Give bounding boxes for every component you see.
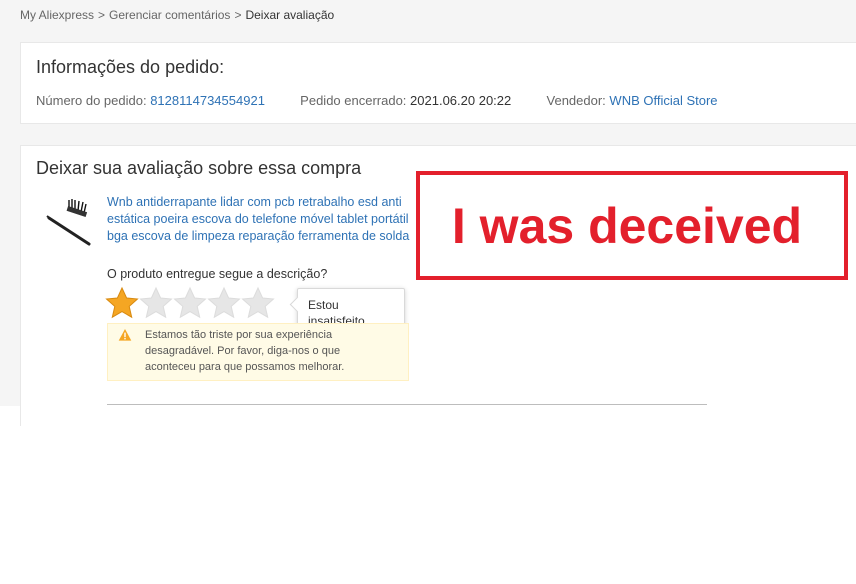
order-closed-label: Pedido encerrado: [300,93,407,108]
order-number-link[interactable]: 8128114734554921 [150,93,265,108]
product-image[interactable] [45,198,93,250]
annotation-stamp: I was deceived [416,171,848,280]
annotation-text: I was deceived [451,197,803,254]
feedback-warning: Estamos tão triste por sua experiência d… [107,323,409,381]
star-1-icon[interactable] [105,286,139,320]
star-4-icon[interactable] [207,286,241,320]
star-2-icon[interactable] [139,286,173,320]
star-rating[interactable] [105,286,275,320]
product-title-link[interactable]: Wnb antiderrapante lidar com pcb retraba… [107,194,412,245]
order-info-row: Número do pedido: 8128114734554921 Pedid… [36,93,718,108]
warning-text: Estamos tão triste por sua experiência d… [145,329,345,373]
order-info-title: Informações do pedido: [36,57,225,77]
breadcrumb-manage-reviews[interactable]: Gerenciar comentários [109,8,230,22]
star-3-icon[interactable] [173,286,207,320]
order-info-card: Informações do pedido: Número do pedido:… [20,42,856,124]
divider [107,404,707,405]
tooltip-line1: Estou [308,298,339,312]
breadcrumb: My Aliexpress > Gerenciar comentários > Deix… [20,8,334,22]
breadcrumb-separator: > [234,8,242,22]
breadcrumb-separator: > [98,8,106,22]
order-closed-date: 2021.06.20 20:22 [410,93,512,108]
breadcrumb-current: Deixar avaliação [245,8,335,22]
warning-triangle-icon [118,329,132,341]
order-number-label: Número do pedido: [36,93,147,108]
star-5-icon[interactable] [241,286,275,320]
seller-label: Vendedor: [546,93,606,108]
breadcrumb-my-aliexpress[interactable]: My Aliexpress [20,8,94,22]
review-title: Deixar sua avaliação sobre essa compra [36,158,362,178]
rating-question: O produto entregue segue a descrição? [107,267,328,281]
seller-link[interactable]: WNB Official Store [609,93,717,108]
